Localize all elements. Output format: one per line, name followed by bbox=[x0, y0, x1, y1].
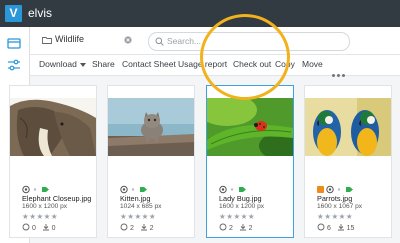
view-count: 2 bbox=[129, 225, 134, 232]
share-button[interactable]: Share bbox=[92, 59, 115, 69]
asset-status-icons bbox=[219, 181, 279, 194]
ladybug-image bbox=[207, 98, 293, 156]
asset-status-icons bbox=[22, 181, 82, 194]
elvis-logo[interactable]: V bbox=[5, 5, 22, 22]
asset-status-icons bbox=[317, 181, 377, 194]
asset-tile[interactable]: Kitten.jpg 1024 x 685 px ★★★★★ 2 2 bbox=[107, 85, 195, 238]
move-button[interactable]: Move bbox=[302, 59, 323, 69]
current-folder[interactable]: Wildlife bbox=[55, 34, 84, 44]
asset-filename[interactable]: Kitten.jpg bbox=[120, 194, 150, 203]
asset-status-icons bbox=[120, 181, 180, 194]
chevron-down-icon bbox=[79, 62, 86, 67]
asset-thumbnail[interactable] bbox=[207, 98, 293, 156]
folder-icon bbox=[42, 37, 52, 44]
download-icon bbox=[239, 224, 246, 231]
asset-thumbnail[interactable] bbox=[10, 98, 96, 156]
download-count: 2 bbox=[248, 225, 253, 232]
kitten-image bbox=[108, 98, 194, 156]
view-count: 6 bbox=[326, 225, 331, 232]
asset-filename[interactable]: Parrots.jpg bbox=[317, 194, 352, 203]
asset-counts: 2 2 bbox=[219, 223, 253, 232]
star-rating[interactable]: ★★★★★ bbox=[22, 212, 58, 221]
check-out-button[interactable]: Check out bbox=[233, 59, 271, 69]
asset-thumbnail[interactable] bbox=[305, 98, 391, 156]
views-icon bbox=[22, 223, 30, 231]
star-rating[interactable]: ★★★★★ bbox=[317, 212, 353, 221]
contact-sheet-button[interactable]: Contact Sheet bbox=[122, 59, 176, 69]
tag-icon bbox=[42, 187, 49, 192]
download-button[interactable]: Download bbox=[39, 59, 86, 69]
star-rating[interactable]: ★★★★★ bbox=[219, 212, 255, 221]
asset-tile[interactable]: Elephant Closeup.jpg 1600 x 1200 px ★★★★… bbox=[9, 85, 97, 238]
download-count: 0 bbox=[51, 225, 56, 232]
asset-dimensions: 1600 x 1200 px bbox=[22, 203, 68, 210]
search-placeholder: Search... bbox=[167, 36, 202, 46]
asset-filename[interactable]: Elephant Closeup.jpg bbox=[22, 194, 91, 203]
download-count: 15 bbox=[346, 225, 355, 232]
asset-dimensions: 1600 x 1067 px bbox=[317, 203, 363, 210]
folders-icon[interactable] bbox=[7, 37, 21, 49]
asset-tile[interactable]: Parrots.jpg 1600 x 1067 px ★★★★★ 6 15 bbox=[304, 85, 392, 238]
action-toolbar: Download Share Contact Sheet Usage repor… bbox=[30, 55, 400, 77]
view-count: 2 bbox=[228, 225, 233, 232]
checked-out-icon bbox=[317, 186, 324, 193]
download-icon bbox=[140, 224, 147, 231]
search-icon bbox=[155, 37, 164, 46]
asset-counts: 0 0 bbox=[22, 223, 56, 232]
views-icon bbox=[120, 223, 128, 231]
copy-button[interactable]: Copy bbox=[275, 59, 295, 69]
asset-dimensions: 1600 x 1200 px bbox=[219, 203, 265, 210]
view-count: 0 bbox=[31, 225, 36, 232]
usage-report-button[interactable]: Usage report bbox=[178, 59, 227, 69]
app-name: elvis bbox=[28, 6, 53, 20]
views-icon bbox=[317, 223, 325, 231]
views-icon bbox=[219, 223, 227, 231]
app-header: V elvis bbox=[0, 0, 400, 27]
asset-counts: 2 2 bbox=[120, 223, 154, 232]
star-rating[interactable]: ★★★★★ bbox=[120, 212, 156, 221]
search-input[interactable]: Search... bbox=[148, 32, 350, 51]
asset-dimensions: 1024 x 685 px bbox=[120, 203, 162, 210]
asset-thumbnail[interactable] bbox=[108, 98, 194, 156]
download-icon bbox=[337, 224, 344, 231]
more-actions-icon[interactable] bbox=[332, 64, 347, 82]
parrots-image bbox=[305, 98, 391, 156]
elephant-image bbox=[10, 98, 96, 156]
filter-sliders-icon[interactable] bbox=[7, 59, 21, 71]
asset-tile-selected[interactable]: Lady Bug.jpg 1600 x 1200 px ★★★★★ 2 2 bbox=[206, 85, 294, 238]
download-icon bbox=[42, 224, 49, 231]
clear-folder-icon[interactable] bbox=[124, 36, 132, 44]
asset-counts: 6 15 bbox=[317, 223, 354, 232]
download-count: 2 bbox=[149, 225, 154, 232]
location-search-bar: Wildlife Search... bbox=[30, 27, 400, 55]
asset-filename[interactable]: Lady Bug.jpg bbox=[219, 194, 262, 203]
